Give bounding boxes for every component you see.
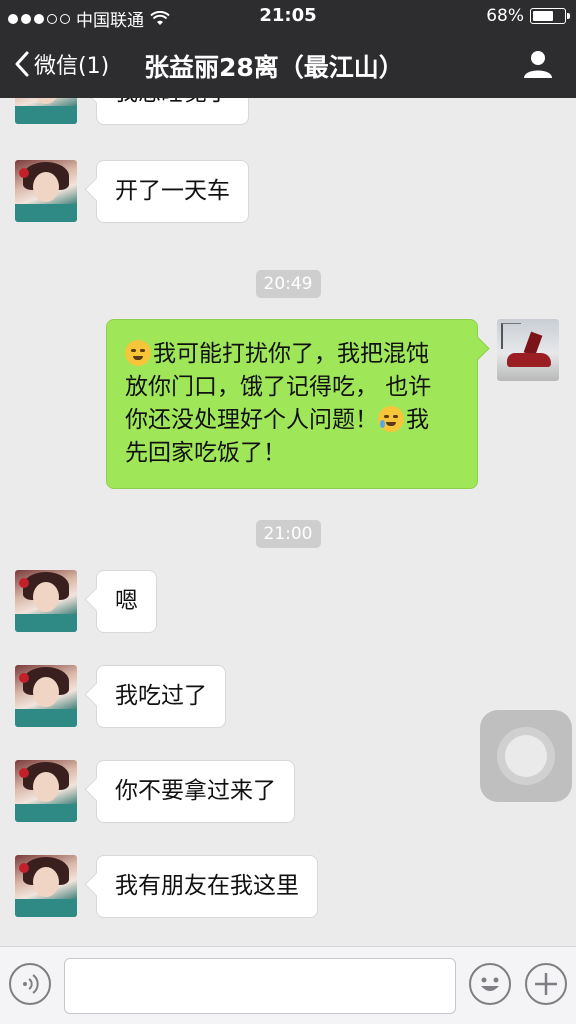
crying-emoji-icon	[378, 406, 404, 432]
sent-message-bubble[interactable]: 我可能打扰你了，我把混饨 放你门口，饿了记得吃， 也许 你还没处理好个人问题！ 我…	[106, 319, 478, 489]
emoji-button[interactable]	[469, 963, 511, 1005]
time-divider: 21:00	[0, 520, 576, 548]
voice-icon	[23, 974, 39, 994]
plus-icon	[535, 973, 557, 995]
back-label: 微信(1)	[34, 54, 110, 79]
message-text: 我	[406, 407, 429, 433]
message-input[interactable]	[64, 958, 456, 1014]
emoji-icon	[481, 977, 499, 991]
message-bubble[interactable]: 开了一天车	[96, 160, 249, 223]
more-button[interactable]	[525, 963, 567, 1005]
contact-avatar[interactable]	[15, 665, 77, 727]
message-line: 先回家吃饭了！	[125, 440, 286, 466]
battery-percent: 68%	[486, 6, 524, 26]
message-bubble[interactable]: 你不要拿过来了	[96, 760, 295, 823]
message-line: 放你门口，饿了记得吃， 也许	[125, 374, 432, 400]
top-bar: 中国联通 21:05 68% 微信(1) 张益丽28离（最江山）	[0, 0, 576, 98]
timestamp-label: 21:00	[255, 520, 321, 548]
chat-area[interactable]: 我想睡觉了 开了一天车 20:49 我可能打扰你了，我把混饨 放你门口，饿了记得…	[0, 98, 576, 946]
smirk-emoji-icon	[125, 340, 151, 366]
back-button[interactable]: 微信(1)	[14, 48, 109, 80]
battery-info: 68%	[486, 6, 570, 26]
time-divider: 20:49	[0, 270, 576, 298]
timestamp-label: 20:49	[255, 270, 321, 298]
contact-avatar[interactable]	[15, 160, 77, 222]
contact-avatar[interactable]	[15, 570, 77, 632]
contact-avatar[interactable]	[15, 98, 77, 124]
my-avatar[interactable]	[497, 319, 559, 381]
chat-title: 张益丽28离（最江山）	[144, 53, 404, 82]
contact-avatar[interactable]	[15, 855, 77, 917]
input-bar	[0, 946, 576, 1024]
chevron-left-icon	[15, 51, 29, 77]
message-bubble[interactable]: 我吃过了	[96, 665, 226, 728]
message-bubble[interactable]: 我有朋友在我这里	[96, 855, 318, 918]
message-line: 我可能打扰你了，我把混饨	[125, 338, 459, 371]
battery-icon	[530, 8, 570, 24]
message-bubble[interactable]: 嗯	[96, 570, 157, 633]
message-text: 我可能打扰你了，我把混饨	[153, 341, 429, 367]
navigation-bar: 微信(1) 张益丽28离（最江山）	[0, 34, 576, 98]
voice-button[interactable]	[9, 963, 51, 1005]
profile-icon[interactable]	[522, 48, 554, 80]
message-text: 你还没处理好个人问题！	[125, 407, 378, 433]
message-bubble[interactable]: 我想睡觉了	[96, 98, 249, 125]
assistive-touch-button[interactable]	[480, 710, 572, 802]
contact-avatar[interactable]	[15, 760, 77, 822]
message-line: 你还没处理好个人问题！ 我	[125, 404, 459, 437]
status-bar: 中国联通 21:05 68%	[0, 0, 576, 34]
battery-fill	[533, 11, 554, 21]
